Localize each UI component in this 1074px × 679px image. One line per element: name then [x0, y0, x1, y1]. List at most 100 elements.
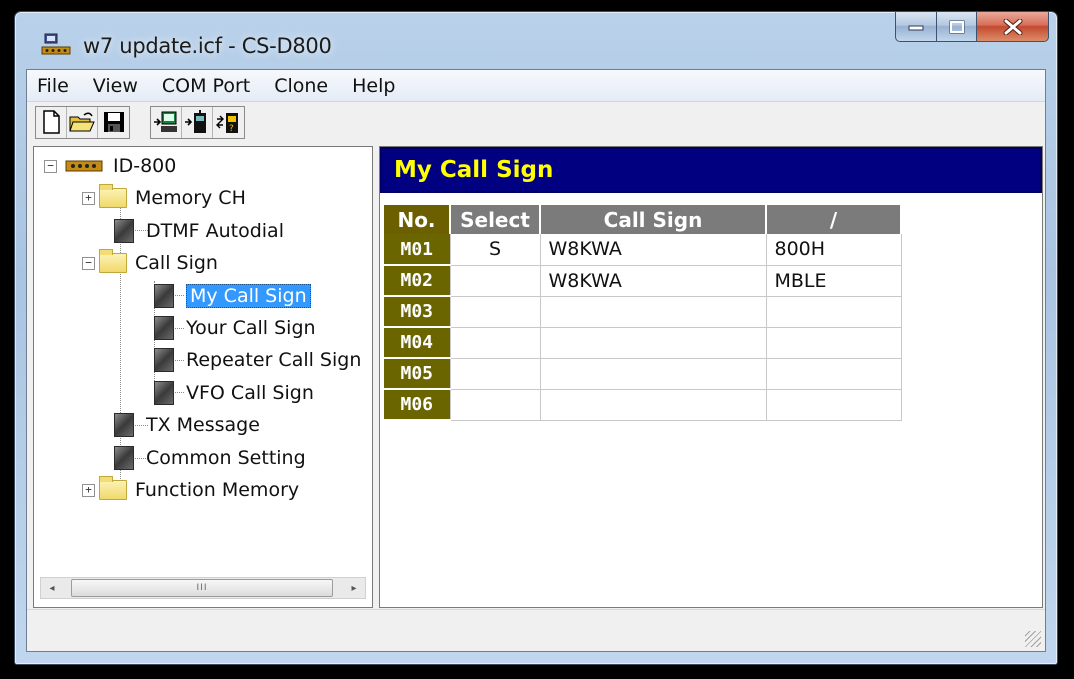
row-number: M05 — [384, 358, 451, 390]
tree-label-common-setting: Common Setting — [146, 447, 306, 469]
row-number: M06 — [384, 389, 451, 421]
row-number: M01 — [384, 234, 451, 266]
minimize-icon — [908, 25, 924, 30]
call-sign-cell[interactable] — [540, 389, 767, 421]
scroll-right-icon[interactable]: ▸ — [343, 578, 365, 598]
expand-icon[interactable]: + — [82, 483, 95, 497]
select-cell[interactable] — [450, 296, 541, 328]
tree-item-vfo-call-sign[interactable]: VFO Call Sign — [154, 378, 314, 408]
tree-item-my-call-sign[interactable]: My Call Sign — [154, 281, 311, 311]
suffix-cell[interactable]: 800H — [766, 234, 902, 266]
suffix-cell[interactable] — [766, 358, 902, 390]
table-row[interactable]: M03 — [384, 296, 902, 328]
tree-item-repeater-call-sign[interactable]: Repeater Call Sign — [154, 345, 361, 375]
folder-icon — [99, 184, 127, 208]
status-bar — [27, 609, 1045, 651]
settings-page-icon — [154, 348, 174, 372]
clone-radio-icon: ? — [215, 113, 238, 134]
resize-grip-icon[interactable] — [1025, 631, 1041, 647]
minimize-button[interactable] — [895, 12, 937, 42]
tree-label-call-sign: Call Sign — [135, 252, 218, 274]
row-number: M02 — [384, 265, 451, 297]
close-icon — [1003, 18, 1022, 35]
tree-item-function-memory[interactable]: + Function Memory — [82, 475, 299, 505]
radio-device-icon — [65, 160, 103, 172]
tree-item-id-800[interactable]: − ID-800 — [44, 151, 176, 181]
write-to-radio-icon — [185, 110, 206, 133]
tree-item-call-sign[interactable]: − Call Sign — [82, 248, 218, 278]
settings-page-icon — [114, 219, 134, 243]
call-sign-cell[interactable] — [540, 358, 767, 390]
close-button[interactable] — [977, 12, 1049, 42]
settings-page-icon — [154, 284, 174, 308]
maximize-icon — [949, 20, 964, 33]
panel-title: My Call Sign — [380, 147, 1042, 193]
tree-item-tx-message[interactable]: TX Message — [114, 410, 260, 440]
call-sign-cell[interactable]: W8KWA — [540, 265, 767, 297]
select-cell[interactable]: S — [450, 234, 541, 266]
tree-label-repeater-call-sign: Repeater Call Sign — [186, 349, 362, 371]
application-window: w7 update.icf - CS-D800 File View COM Po… — [14, 11, 1058, 665]
read-from-radio-button[interactable] — [151, 106, 182, 138]
suffix-cell[interactable] — [766, 296, 902, 328]
tree-label-id-800: ID-800 — [113, 155, 177, 177]
settings-page-icon — [154, 316, 174, 340]
tree-label-tx-message: TX Message — [146, 414, 260, 436]
toolbar: ? — [27, 102, 1045, 142]
select-cell[interactable] — [450, 265, 541, 297]
menu-clone[interactable]: Clone — [262, 70, 340, 101]
tree-label-your-call-sign: Your Call Sign — [186, 317, 316, 339]
file-toolbar-group — [35, 105, 130, 139]
open-file-button[interactable] — [67, 106, 98, 138]
select-cell[interactable] — [450, 389, 541, 421]
navigation-tree: − ID-800 + Memory CH DTMF Autodial − Cal… — [33, 146, 373, 608]
radio-toolbar-group: ? — [150, 105, 245, 139]
call-sign-cell[interactable] — [540, 296, 767, 328]
svg-text:?: ? — [229, 124, 234, 134]
select-cell[interactable] — [450, 327, 541, 359]
menu-view[interactable]: View — [81, 70, 150, 101]
table-row[interactable]: M06 — [384, 389, 902, 421]
horizontal-scrollbar[interactable]: ◂ III ▸ — [40, 577, 366, 599]
maximize-button[interactable] — [937, 12, 977, 42]
settings-page-icon — [114, 413, 134, 437]
menu-com-port[interactable]: COM Port — [150, 70, 262, 101]
column-header-call-sign: Call Sign — [540, 205, 767, 234]
tree-label-my-call-sign: My Call Sign — [186, 284, 311, 308]
menu-help[interactable]: Help — [340, 70, 407, 101]
table-row[interactable]: M05 — [384, 358, 902, 390]
tree-label-memory-ch: Memory CH — [135, 187, 246, 209]
menu-file[interactable]: File — [27, 70, 81, 101]
table-row[interactable]: M01 S W8KWA 800H — [384, 234, 902, 266]
table-row[interactable]: M02 W8KWA MBLE — [384, 265, 902, 297]
row-number: M04 — [384, 327, 451, 359]
scroll-thumb[interactable]: III — [71, 579, 333, 597]
clone-radio-button[interactable]: ? — [213, 107, 244, 138]
call-sign-table: No. Select Call Sign / M01 S W8KWA 800H … — [384, 205, 902, 421]
collapse-icon[interactable]: − — [44, 159, 57, 173]
title-bar[interactable]: w7 update.icf - CS-D800 — [15, 12, 1057, 70]
row-number: M03 — [384, 296, 451, 328]
collapse-icon[interactable]: − — [82, 256, 95, 270]
tree-item-dtmf-autodial[interactable]: DTMF Autodial — [114, 216, 284, 246]
tree-label-vfo-call-sign: VFO Call Sign — [186, 382, 314, 404]
table-row[interactable]: M04 — [384, 327, 902, 359]
suffix-cell[interactable]: MBLE — [766, 265, 902, 297]
tree-item-common-setting[interactable]: Common Setting — [114, 443, 306, 473]
select-cell[interactable] — [450, 358, 541, 390]
scroll-left-icon[interactable]: ◂ — [41, 578, 63, 598]
suffix-cell[interactable] — [766, 389, 902, 421]
call-sign-cell[interactable] — [540, 327, 767, 359]
call-sign-cell[interactable]: W8KWA — [540, 234, 767, 266]
save-disk-icon — [103, 112, 124, 132]
scroll-thumb-grip: III — [196, 583, 208, 593]
content-panel: My Call Sign No. Select Call Sign / M01 … — [379, 146, 1043, 608]
suffix-cell[interactable] — [766, 327, 902, 359]
write-to-radio-button[interactable] — [182, 106, 213, 138]
tree-item-your-call-sign[interactable]: Your Call Sign — [154, 313, 316, 343]
tree-item-memory-ch[interactable]: + Memory CH — [82, 183, 246, 213]
expand-icon[interactable]: + — [82, 191, 95, 205]
column-header-select: Select — [450, 205, 541, 234]
new-file-button[interactable] — [36, 106, 67, 138]
save-file-button[interactable] — [98, 107, 129, 138]
